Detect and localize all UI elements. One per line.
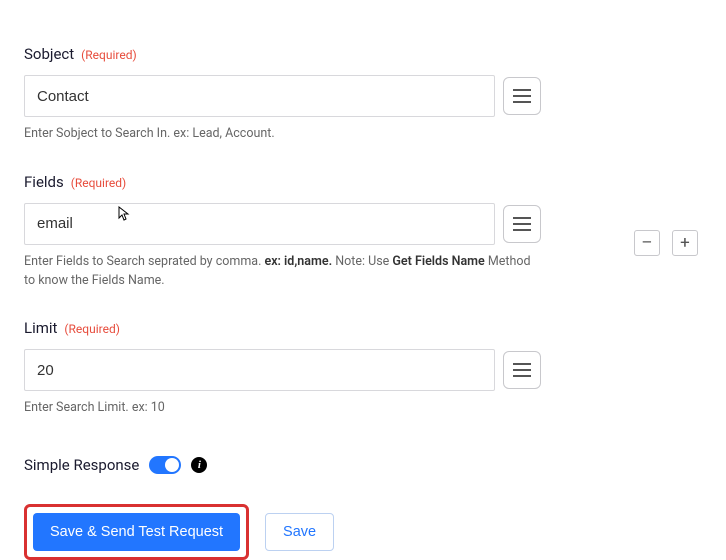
sobject-options-button[interactable] [503,77,541,115]
limit-input[interactable] [24,349,495,391]
fields-label: Fields [24,173,64,191]
save-button[interactable]: Save [265,513,334,551]
fields-field-group: Fields (Required) Enter Fields to Search… [24,172,541,291]
limit-label: Limit [24,319,57,337]
hamburger-icon [513,89,531,103]
hamburger-icon [513,217,531,231]
sobject-field-group: Sobject (Required) Enter Sobject to Sear… [24,44,541,144]
field-repeater-controls: – + [634,230,698,256]
toggle-knob [165,458,179,472]
primary-button-highlight: Save & Send Test Request [24,504,249,560]
fields-options-button[interactable] [503,205,541,243]
sobject-help-text: Enter Sobject to Search In. ex: Lead, Ac… [24,125,541,144]
simple-response-toggle[interactable] [149,456,181,474]
limit-required-tag: (Required) [64,322,119,336]
limit-help-text: Enter Search Limit. ex: 10 [24,399,541,418]
action-row: Save & Send Test Request Save [24,504,541,560]
add-field-button[interactable]: + [672,230,698,256]
remove-field-button[interactable]: – [634,230,660,256]
info-icon[interactable]: i [191,457,207,473]
hamburger-icon [513,363,531,377]
fields-required-tag: (Required) [71,176,126,190]
limit-field-group: Limit (Required) Enter Search Limit. ex:… [24,318,541,418]
sobject-required-tag: (Required) [81,48,136,62]
simple-response-row: Simple Response i [24,456,541,474]
save-send-test-request-button[interactable]: Save & Send Test Request [33,513,240,551]
sobject-input[interactable] [24,75,495,117]
limit-options-button[interactable] [503,351,541,389]
fields-help-text: Enter Fields to Search seprated by comma… [24,253,541,291]
sobject-label: Sobject [24,45,74,63]
fields-input[interactable] [24,203,495,245]
simple-response-label: Simple Response [24,456,139,474]
